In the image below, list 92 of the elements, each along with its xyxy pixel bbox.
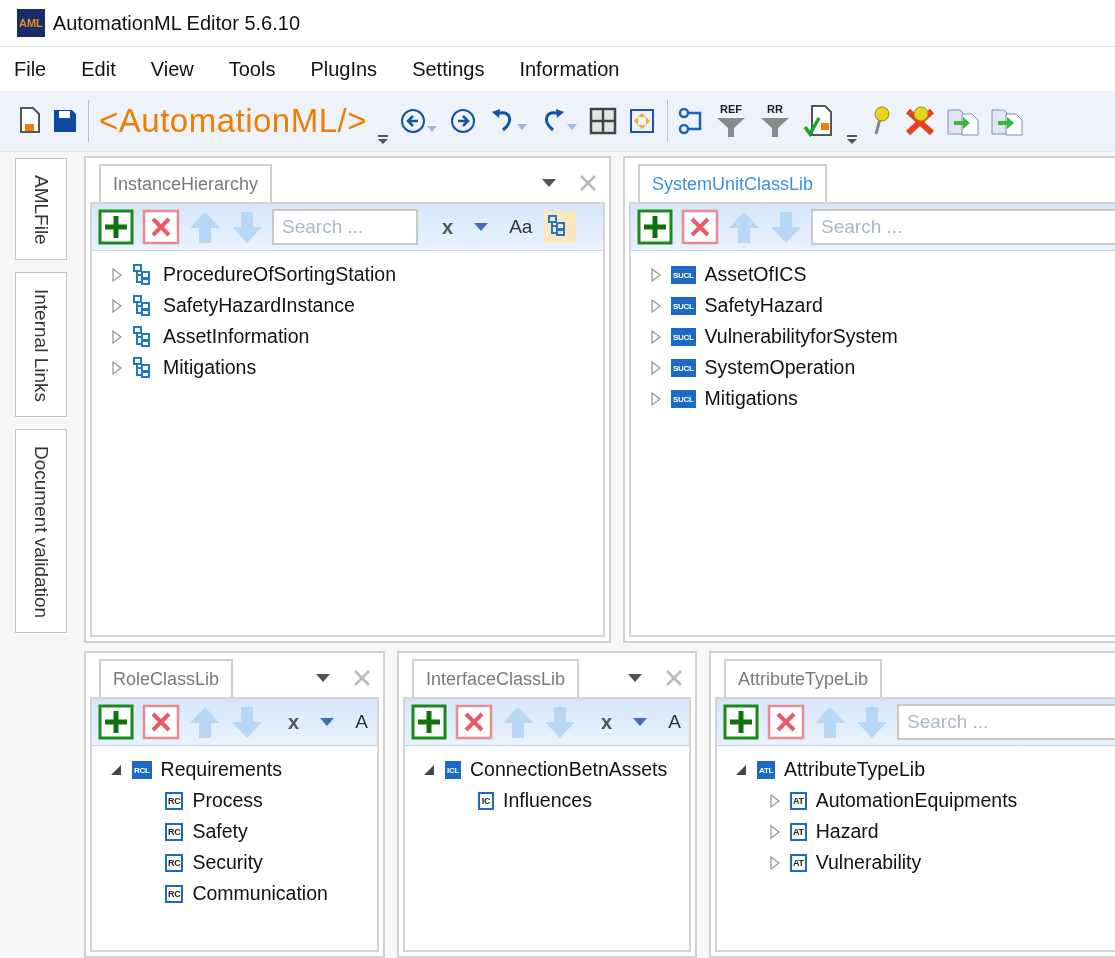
class-icon: RC xyxy=(165,853,184,872)
app-logo-icon: AML xyxy=(17,9,45,37)
search-field[interactable]: Search ... xyxy=(897,704,1115,740)
class-icon: RC xyxy=(165,822,184,841)
class-icon: RCL xyxy=(132,760,152,779)
menu-item[interactable]: Settings xyxy=(412,57,485,81)
panel-tab[interactable]: InstanceHierarchy xyxy=(99,164,273,202)
tree-item[interactable]: SafetyHazardInstance xyxy=(163,294,355,317)
panel-menu-caret-icon[interactable] xyxy=(627,673,643,683)
panel-menu-caret-icon[interactable] xyxy=(315,673,331,683)
class-icon: ICL xyxy=(445,760,461,779)
delete-icon[interactable] xyxy=(681,209,719,245)
tree-item[interactable]: ProcedureOfSortingStation xyxy=(163,263,397,286)
clear-button[interactable]: x xyxy=(597,710,617,734)
dropdown-caret-icon[interactable] xyxy=(632,717,649,727)
filter-button[interactable]: REF xyxy=(714,103,748,139)
class-icon: IC xyxy=(478,791,494,810)
close-icon[interactable] xyxy=(353,669,371,687)
side-tab[interactable]: Internal Links xyxy=(15,271,67,417)
tree-item[interactable]: Hazard xyxy=(815,820,879,843)
delete-icon[interactable] xyxy=(767,704,805,740)
grid-icon[interactable] xyxy=(589,107,617,135)
remove-pin-icon[interactable] xyxy=(904,105,936,137)
class-icon: ATL xyxy=(757,760,776,779)
save-icon[interactable] xyxy=(52,108,78,134)
search-field[interactable]: Search ... xyxy=(811,209,1115,245)
panel-tab[interactable]: AttributeTypeLib xyxy=(724,659,883,697)
menu-item[interactable]: Information xyxy=(519,57,620,81)
close-icon[interactable] xyxy=(579,174,597,192)
menu-item[interactable]: PlugIns xyxy=(310,57,378,81)
menu-item[interactable]: Edit xyxy=(81,57,116,81)
window-title: AutomationML Editor 5.6.10 xyxy=(52,11,300,35)
clear-button[interactable]: x xyxy=(284,710,304,734)
tree-item[interactable]: Requirements xyxy=(160,758,282,781)
copy-document-icon[interactable] xyxy=(946,106,980,136)
class-icon: SUCL xyxy=(671,327,696,346)
tree-item[interactable]: Security xyxy=(192,851,263,874)
match-case-button[interactable]: Aa xyxy=(505,216,537,238)
connector-icon[interactable] xyxy=(678,107,704,135)
tree-view-icon[interactable] xyxy=(544,211,577,243)
add-icon[interactable] xyxy=(98,209,134,245)
delete-icon[interactable] xyxy=(455,704,493,740)
clear-button[interactable]: x xyxy=(438,215,458,239)
tree-item[interactable]: Mitigations xyxy=(704,387,798,410)
class-icon: AT xyxy=(790,822,807,841)
class-icon: AT xyxy=(790,791,807,810)
search-field[interactable]: Search ... xyxy=(272,209,418,245)
match-case-button[interactable]: A xyxy=(664,711,685,733)
panel-tab[interactable]: RoleClassLib xyxy=(99,659,234,697)
filter-button[interactable]: RR xyxy=(758,103,792,139)
tree-item[interactable]: VulnerabilityforSystem xyxy=(704,325,898,348)
tree-item[interactable]: Mitigations xyxy=(163,356,257,379)
class-icon: SUCL xyxy=(671,296,696,315)
side-tab[interactable]: AMLFile xyxy=(15,158,67,260)
tree-item[interactable]: Communication xyxy=(192,882,328,905)
tree-item[interactable]: Vulnerability xyxy=(815,851,922,874)
panel-menu-caret-icon[interactable] xyxy=(541,178,557,188)
delete-icon[interactable] xyxy=(142,704,180,740)
tree-item[interactable]: Influences xyxy=(503,789,592,812)
tree-item[interactable]: AttributeTypeLib xyxy=(784,758,925,781)
tree-item[interactable]: ConnectionBetnAssets xyxy=(470,758,668,781)
automationml-logo: <AutomationML/> xyxy=(99,102,367,140)
copy-document-icon[interactable] xyxy=(990,106,1024,136)
menu-item[interactable]: File xyxy=(14,57,47,81)
add-icon[interactable] xyxy=(637,209,673,245)
tree-item[interactable]: Safety xyxy=(192,820,248,843)
tree-item[interactable]: AutomationEquipments xyxy=(815,789,1018,812)
class-icon: AT xyxy=(790,853,807,872)
class-icon: SUCL xyxy=(671,358,696,377)
tree-item[interactable]: SystemOperation xyxy=(704,356,856,379)
match-case-button[interactable]: A xyxy=(351,711,372,733)
close-icon[interactable] xyxy=(665,669,683,687)
panel-tab[interactable]: InterfaceClassLib xyxy=(412,659,580,697)
class-icon: RC xyxy=(165,791,184,810)
menu-item[interactable]: View xyxy=(150,57,194,81)
class-icon: SUCL xyxy=(671,389,696,408)
side-tab[interactable]: Document validation xyxy=(15,428,67,633)
class-icon: RC xyxy=(165,884,184,903)
tree-item[interactable]: AssetOfICS xyxy=(704,263,807,286)
tree-item[interactable]: AssetInformation xyxy=(163,325,310,348)
add-icon[interactable] xyxy=(411,704,447,740)
class-icon: SUCL xyxy=(671,265,696,284)
fit-view-icon[interactable] xyxy=(627,106,657,136)
tree-item[interactable]: Process xyxy=(192,789,263,812)
dropdown-caret-icon[interactable] xyxy=(473,222,490,232)
add-icon[interactable] xyxy=(98,704,134,740)
tree-item[interactable]: SafetyHazard xyxy=(704,294,823,317)
menu-item[interactable]: Tools xyxy=(228,57,276,81)
delete-icon[interactable] xyxy=(142,209,180,245)
back-icon[interactable] xyxy=(399,106,439,136)
dropdown-caret-icon[interactable] xyxy=(319,717,336,727)
add-icon[interactable] xyxy=(723,704,759,740)
